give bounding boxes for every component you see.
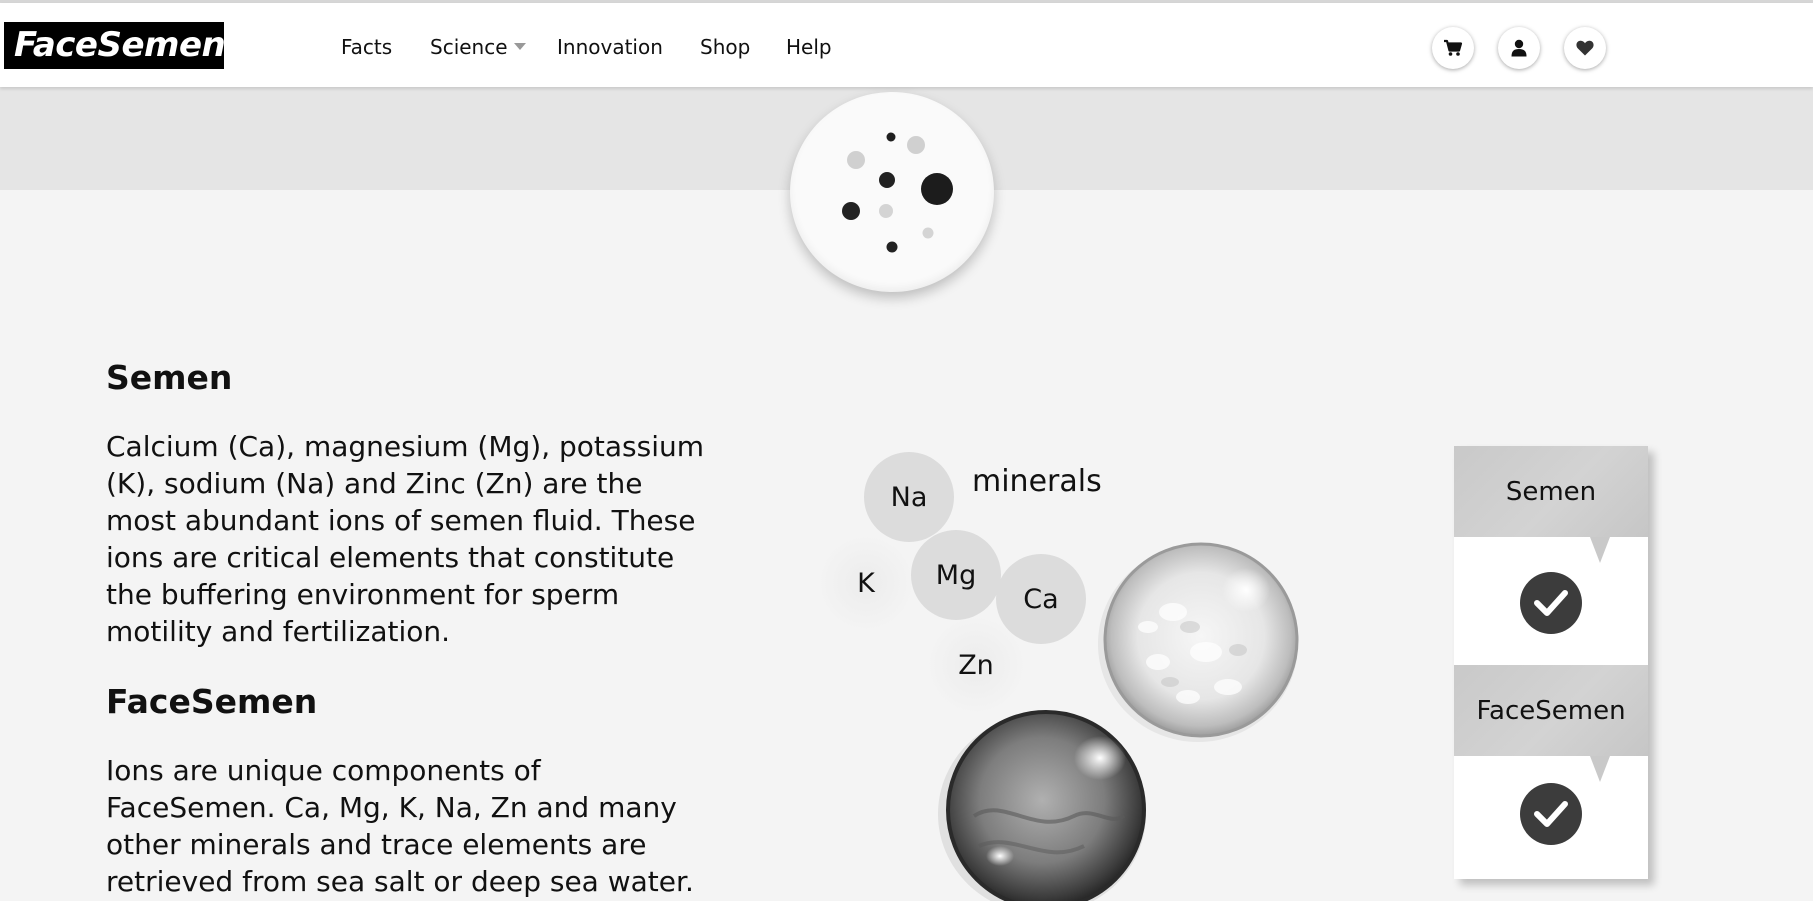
particles-illustration: [842, 132, 953, 253]
particles-bubble-image: [790, 92, 994, 292]
ion-k-label: K: [857, 567, 875, 599]
semen-description: Calcium (Ca), magnesium (Mg), potassium …: [106, 430, 705, 648]
wishlist-button[interactable]: [1564, 27, 1606, 69]
ion-k: K: [818, 535, 914, 631]
logo[interactable]: FaceSemen: [4, 22, 226, 69]
comparison-row-facesemen-label: FaceSemen: [1454, 665, 1648, 756]
facesemen-heading: FaceSemen: [106, 682, 318, 721]
chevron-down-icon: [513, 43, 526, 50]
nav-item-help[interactable]: Help: [786, 35, 832, 59]
user-icon: [1511, 39, 1527, 57]
nav-item-science-label: Science: [430, 35, 508, 59]
ion-na: Na: [864, 452, 954, 542]
comparison-row-semen-label: Semen: [1454, 446, 1648, 537]
semen-check-icon: [1520, 572, 1582, 634]
speech-tail: [1590, 537, 1610, 563]
nav-item-shop[interactable]: Shop: [700, 35, 750, 59]
cart-button[interactable]: [1432, 27, 1474, 69]
speech-tail: [1590, 756, 1610, 782]
facesemen-check-icon: [1520, 783, 1582, 845]
nav-item-science[interactable]: Science: [430, 35, 526, 59]
minerals-label: minerals: [972, 464, 1102, 499]
ion-na-label: Na: [890, 481, 928, 513]
ion-ca-label: Ca: [1023, 583, 1059, 615]
comparison-row-facesemen-text: FaceSemen: [1476, 695, 1626, 726]
ion-mg-label: Mg: [935, 559, 977, 591]
site-header: FaceSemen Facts Science Innovation Shop …: [0, 3, 1813, 87]
comparison-row-semen-text: Semen: [1505, 476, 1597, 507]
ion-zn-label: Zn: [958, 649, 994, 681]
nav-item-innovation[interactable]: Innovation: [557, 35, 663, 59]
cart-icon: [1444, 39, 1463, 56]
semen-heading: Semen: [106, 358, 233, 397]
ion-zn: Zn: [926, 617, 1026, 713]
heart-icon: [1576, 40, 1594, 56]
facesemen-description: Ions are unique components of FaceSemen.…: [106, 754, 694, 898]
nav-item-facts[interactable]: Facts: [341, 35, 392, 59]
sea-water-sphere-image: [938, 710, 1146, 901]
ion-mg: Mg: [911, 530, 1001, 620]
account-button[interactable]: [1498, 27, 1540, 69]
